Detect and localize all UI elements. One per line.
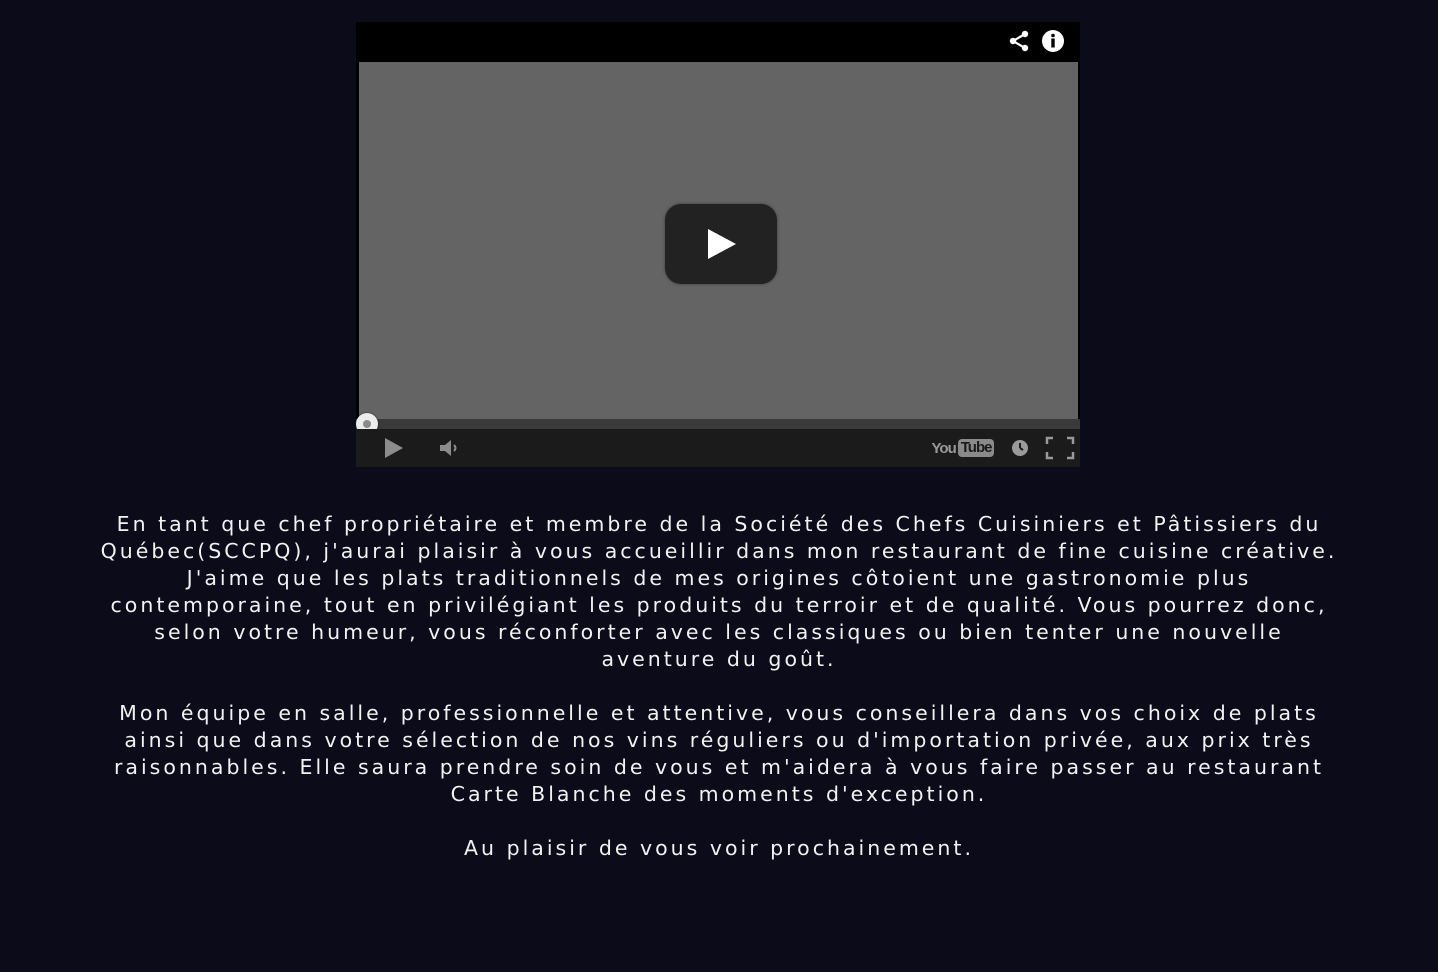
play-icon (708, 229, 736, 259)
progress-bar[interactable] (356, 419, 1080, 429)
fullscreen-button[interactable] (1044, 436, 1076, 460)
paragraph-team: Mon équipe en salle, professionnelle et … (114, 701, 1324, 806)
share-icon[interactable] (1006, 28, 1032, 54)
player-top-bar (356, 22, 1080, 62)
info-icon[interactable] (1040, 28, 1066, 54)
paragraph-chef-intro: En tant que chef propriétaire et membre … (100, 512, 1338, 563)
watch-later-button[interactable] (1010, 436, 1030, 460)
play-icon (385, 438, 403, 458)
volume-icon (440, 440, 457, 456)
fullscreen-icon (1045, 436, 1075, 460)
play-button[interactable] (382, 436, 406, 460)
video-preview[interactable] (359, 62, 1078, 441)
top-bar-icons (1006, 28, 1066, 54)
large-play-button[interactable] (665, 204, 777, 284)
youtube-logo[interactable]: You Tube (932, 436, 995, 460)
page: You Tube En tant que chef propriétaire e… (0, 0, 1438, 972)
paragraph-closing: Au plaisir de vous voir prochainement. (464, 836, 974, 860)
youtube-logo-tube: Tube (957, 439, 995, 457)
clock-icon (1012, 440, 1028, 456)
video-player[interactable]: You Tube (356, 22, 1080, 467)
youtube-logo-you: You (931, 439, 957, 457)
player-controls: You Tube (356, 429, 1080, 467)
intro-text: En tant que chef propriétaire et membre … (100, 511, 1338, 862)
paragraph-cuisine: J'aime que les plats traditionnels de me… (110, 566, 1328, 671)
volume-button[interactable] (438, 436, 462, 460)
